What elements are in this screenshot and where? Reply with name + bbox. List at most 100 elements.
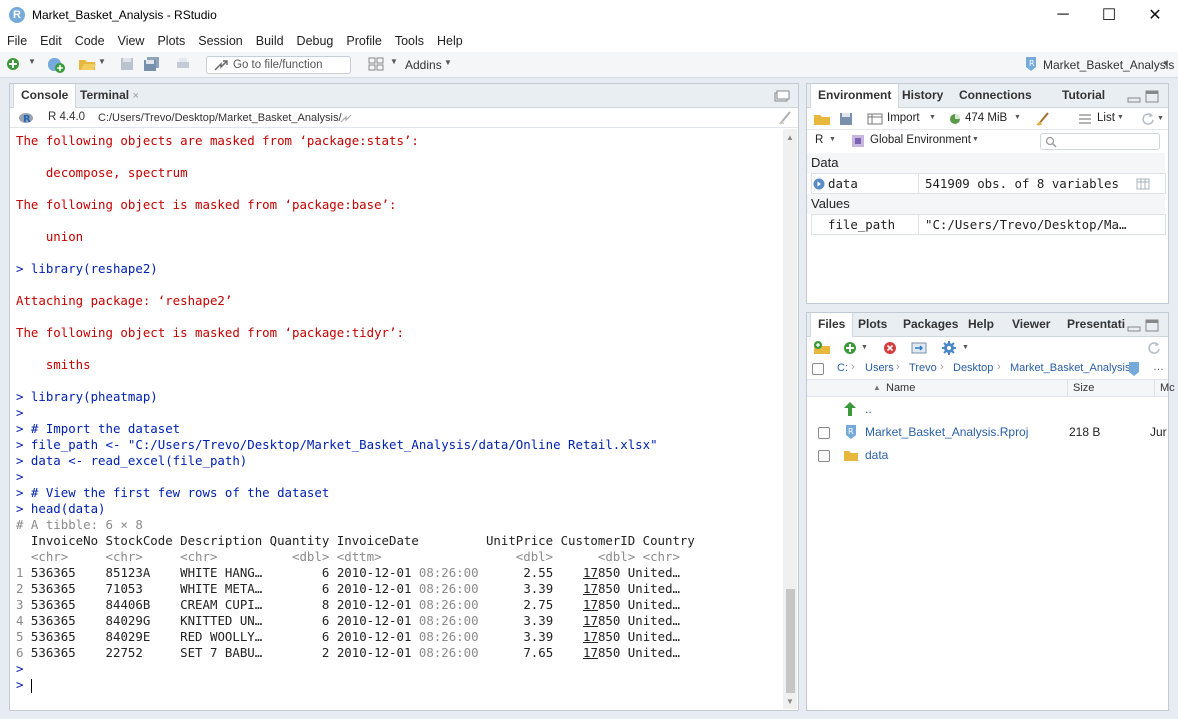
select-all-checkbox[interactable] <box>812 363 824 375</box>
close-button[interactable]: ✕ <box>1132 0 1178 30</box>
breadcrumb-project[interactable]: Market_Basket_Analysis <box>1010 362 1130 374</box>
close-terminal-icon[interactable]: × <box>132 90 138 102</box>
project-menu[interactable]: Market_Basket_Analysis <box>1043 58 1174 72</box>
tab-environment[interactable]: Environment <box>810 84 900 109</box>
tab-console[interactable]: Console <box>13 84 77 109</box>
import-dataset-button[interactable]: Import <box>887 112 920 124</box>
maximize-pane-icon[interactable] <box>774 90 790 102</box>
clear-workspace-icon[interactable] <box>1035 111 1051 127</box>
scrollbar-thumb[interactable] <box>786 589 795 693</box>
refresh-dropdown-icon[interactable]: ▼ <box>1157 115 1164 122</box>
menu-view[interactable]: View <box>118 34 145 48</box>
menu-tools[interactable]: Tools <box>395 34 424 48</box>
column-modified[interactable]: Mc <box>1160 382 1175 394</box>
memory-dropdown-icon[interactable]: ▼ <box>1014 114 1021 121</box>
minimize-pane-icon[interactable] <box>1127 320 1141 332</box>
scope-dropdown-icon[interactable]: ▼ <box>972 136 979 143</box>
tab-packages[interactable]: Packages <box>896 313 965 337</box>
menu-build[interactable]: Build <box>256 34 284 48</box>
workspace-panes-icon[interactable] <box>368 57 384 71</box>
save-workspace-icon[interactable] <box>839 112 853 126</box>
menu-profile[interactable]: Profile <box>346 34 381 48</box>
save-icon[interactable] <box>120 57 134 71</box>
global-environment-select[interactable]: Global Environment <box>870 134 971 146</box>
language-dropdown-icon[interactable]: ▼ <box>829 136 836 143</box>
maximize-pane-icon[interactable] <box>1145 90 1159 103</box>
language-select[interactable]: R <box>815 134 823 146</box>
tab-terminal[interactable]: Terminal × <box>73 84 146 108</box>
new-file-dropdown-icon[interactable]: ▼ <box>28 57 36 66</box>
console-prompt[interactable]: > <box>16 677 33 693</box>
tab-plots[interactable]: Plots <box>851 313 894 337</box>
import-dataset-icon[interactable] <box>867 113 883 125</box>
menu-file[interactable]: File <box>7 34 27 48</box>
open-file-dropdown-icon[interactable]: ▼ <box>98 57 106 66</box>
tab-files[interactable]: Files <box>810 313 854 338</box>
folder-name-link[interactable]: data <box>865 444 888 467</box>
gear-icon[interactable] <box>941 340 957 356</box>
console-output[interactable]: The following objects are masked from ‘p… <box>10 129 782 709</box>
file-row-parent[interactable]: .. <box>807 398 1167 421</box>
print-icon[interactable] <box>176 58 190 70</box>
goto-directory-icon[interactable] <box>340 113 352 123</box>
column-name[interactable]: Name <box>886 382 915 394</box>
rename-icon[interactable] <box>911 341 927 355</box>
menu-edit[interactable]: Edit <box>40 34 62 48</box>
working-directory[interactable]: C:/Users/Trevo/Desktop/Market_Basket_Ana… <box>98 112 342 124</box>
tab-history[interactable]: History <box>895 84 950 108</box>
tab-tutorial[interactable]: Tutorial <box>1055 84 1112 108</box>
tab-presentation[interactable]: Presentati <box>1060 313 1125 337</box>
open-file-icon[interactable] <box>78 57 96 71</box>
more-dropdown-icon[interactable]: ▼ <box>962 344 969 351</box>
new-project-icon[interactable] <box>46 56 66 74</box>
env-value-row[interactable]: file_path "C:/Users/Trevo/Desktop/Ma… <box>811 214 1166 235</box>
menu-session[interactable]: Session <box>198 34 242 48</box>
menu-debug[interactable]: Debug <box>297 34 334 48</box>
memory-usage[interactable]: 474 MiB <box>965 112 1007 124</box>
tab-connections[interactable]: Connections <box>952 84 1039 108</box>
file-checkbox[interactable] <box>818 450 830 462</box>
column-size[interactable]: Size <box>1073 382 1094 394</box>
file-row[interactable]: data <box>807 444 1167 467</box>
scroll-down-icon[interactable]: ▼ <box>786 697 794 706</box>
import-dropdown-icon[interactable]: ▼ <box>929 114 936 121</box>
console-scrollbar[interactable]: ▲ ▼ <box>783 129 797 709</box>
new-folder-icon[interactable] <box>813 340 831 356</box>
refresh-files-icon[interactable] <box>1147 341 1161 355</box>
file-row[interactable]: R Market_Basket_Analysis.Rproj 218 B Jur <box>807 421 1167 444</box>
minimize-pane-icon[interactable] <box>1127 91 1141 103</box>
new-file-dropdown-icon[interactable]: ▼ <box>861 344 868 351</box>
scroll-up-icon[interactable]: ▲ <box>786 133 794 142</box>
view-table-icon[interactable] <box>1136 178 1150 190</box>
maximize-pane-icon[interactable] <box>1145 319 1159 332</box>
save-all-icon[interactable] <box>144 57 160 71</box>
maximize-button[interactable]: ☐ <box>1086 0 1132 30</box>
delete-icon[interactable] <box>883 341 897 355</box>
parent-dir-link[interactable]: .. <box>865 398 872 421</box>
file-name-link[interactable]: Market_Basket_Analysis.Rproj <box>865 421 1028 444</box>
view-mode-dropdown-icon[interactable]: ▼ <box>1117 114 1124 121</box>
expand-data-icon[interactable] <box>813 178 825 190</box>
menu-code[interactable]: Code <box>75 34 105 48</box>
view-mode-select[interactable]: List <box>1097 112 1115 124</box>
environment-search-input[interactable] <box>1040 133 1160 150</box>
addins-menu[interactable]: Addins <box>405 58 442 72</box>
menu-help[interactable]: Help <box>437 34 463 48</box>
new-file-icon[interactable] <box>6 57 20 71</box>
menu-plots[interactable]: Plots <box>157 34 185 48</box>
refresh-icon[interactable] <box>1141 112 1155 126</box>
breadcrumb-more[interactable]: … <box>1153 361 1164 373</box>
env-data-row[interactable]: data 541909 obs. of 8 variables <box>811 173 1166 194</box>
panes-dropdown-icon[interactable]: ▼ <box>390 57 398 66</box>
tab-viewer[interactable]: Viewer <box>1005 313 1057 337</box>
tab-help[interactable]: Help <box>961 313 1001 337</box>
goto-file-input[interactable]: Go to file/function <box>206 56 351 74</box>
new-blank-file-icon[interactable] <box>843 341 857 355</box>
clear-console-icon[interactable] <box>778 111 792 125</box>
breadcrumb-trevo[interactable]: Trevo <box>909 362 937 374</box>
breadcrumb-c[interactable]: C: <box>837 362 848 374</box>
minimize-button[interactable]: ─ <box>1040 0 1086 30</box>
breadcrumb-desktop[interactable]: Desktop <box>953 362 993 374</box>
load-workspace-icon[interactable] <box>813 112 831 126</box>
breadcrumb-users[interactable]: Users <box>865 362 894 374</box>
